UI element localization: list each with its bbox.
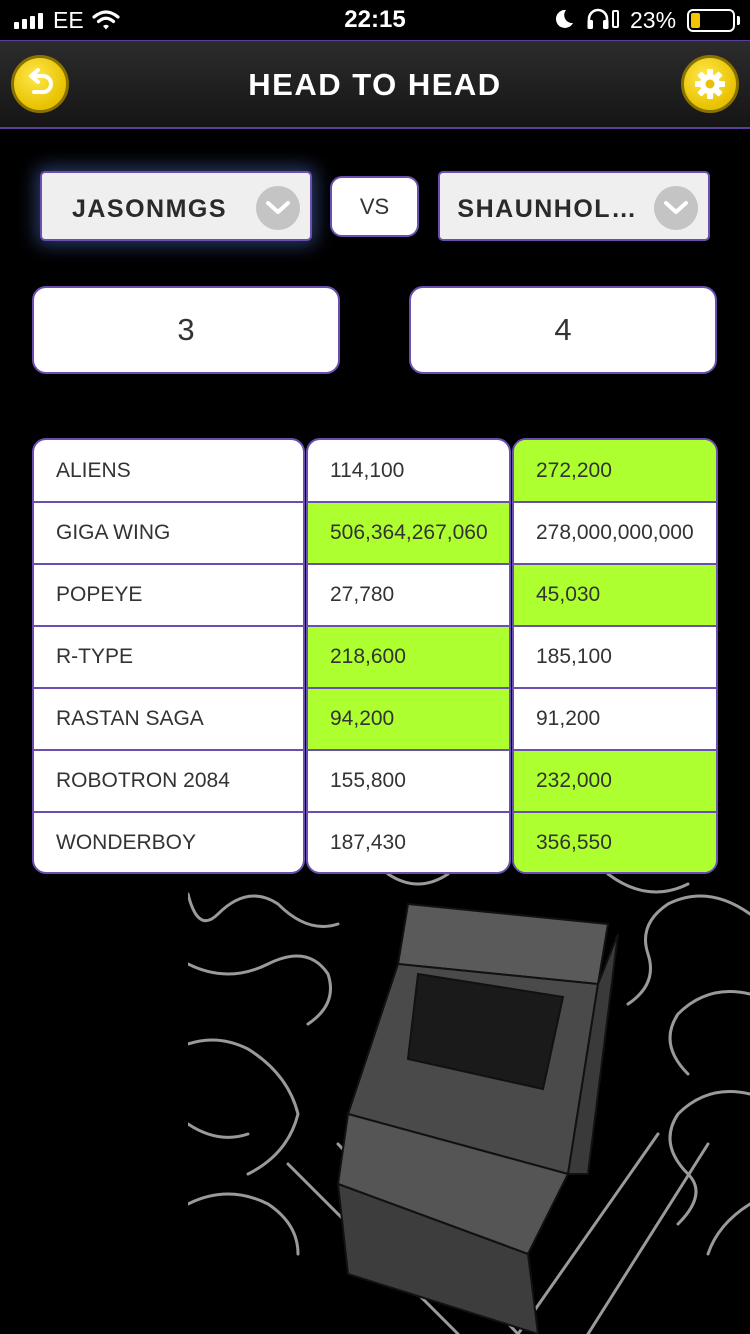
headphones-icon bbox=[587, 8, 609, 29]
game-name-cell: POPEYE bbox=[34, 563, 303, 625]
game-name-cell: RASTAN SAGA bbox=[34, 687, 303, 749]
arcade-cabinet-background-illustration bbox=[188, 874, 750, 1334]
gear-icon bbox=[695, 69, 725, 99]
player-one-score-cell: 187,430 bbox=[308, 811, 509, 872]
player-two-score-cell: 232,000 bbox=[514, 749, 716, 811]
player-two-score-cell: 356,550 bbox=[514, 811, 716, 872]
versus-label: VS bbox=[330, 176, 419, 237]
game-name-cell: GIGA WING bbox=[34, 501, 303, 563]
player-one-score-cell: 506,364,267,060 bbox=[308, 501, 509, 563]
battery-level-fill bbox=[691, 13, 700, 28]
battery-icon bbox=[687, 9, 735, 32]
settings-button[interactable] bbox=[681, 55, 739, 113]
player-one-win-count: 3 bbox=[32, 286, 340, 374]
game-name-cell: WONDERBOY bbox=[34, 811, 303, 872]
game-name-cell: ROBOTRON 2084 bbox=[34, 749, 303, 811]
player-one-name: JASONMGS bbox=[71, 195, 228, 223]
chevron-down-icon bbox=[654, 186, 698, 230]
player-two-score-cell: 272,200 bbox=[514, 440, 716, 501]
player-one-score-cell: 27,780 bbox=[308, 563, 509, 625]
chevron-down-icon bbox=[256, 186, 300, 230]
game-name-cell: R-TYPE bbox=[34, 625, 303, 687]
player-two-score-cell: 45,030 bbox=[514, 563, 716, 625]
player-one-scores-column: 114,100 506,364,267,060 27,780 218,600 94,20… bbox=[306, 438, 511, 874]
page-title: HEAD TO HEAD bbox=[248, 67, 502, 102]
player-one-score-cell: 94,200 bbox=[308, 687, 509, 749]
do-not-disturb-moon-icon bbox=[555, 9, 573, 28]
orientation-lock-icon bbox=[612, 10, 619, 28]
battery-cap bbox=[737, 16, 740, 25]
player-two-score-cell: 278,000,000,000 bbox=[514, 501, 716, 563]
battery-percentage: 23% bbox=[630, 7, 677, 33]
player-two-scores-column: 272,200 278,000,000,000 45,030 185,100 91,20… bbox=[512, 438, 718, 874]
player-one-score-cell: 218,600 bbox=[308, 625, 509, 687]
game-name-cell: ALIENS bbox=[56, 458, 131, 482]
app-header: HEAD TO HEAD bbox=[0, 40, 750, 129]
player-two-win-count: 4 bbox=[409, 286, 717, 374]
player-two-score-cell: 91,200 bbox=[514, 687, 716, 749]
player-two-score-cell: 185,100 bbox=[514, 625, 716, 687]
player-one-score-cell: 155,800 bbox=[308, 749, 509, 811]
status-bar: EE 22:15 23% bbox=[0, 0, 750, 40]
player-two-name: SHAUNHOL… bbox=[457, 195, 638, 223]
player-two-dropdown[interactable]: SHAUNHOL… bbox=[438, 171, 710, 241]
games-column: ALIENS GIGA WING POPEYE R-TYPE RASTAN SAGA RO… bbox=[32, 438, 305, 874]
player-one-dropdown[interactable]: JASONMGS bbox=[40, 171, 312, 241]
player-one-score-cell: 114,100 bbox=[330, 458, 405, 482]
